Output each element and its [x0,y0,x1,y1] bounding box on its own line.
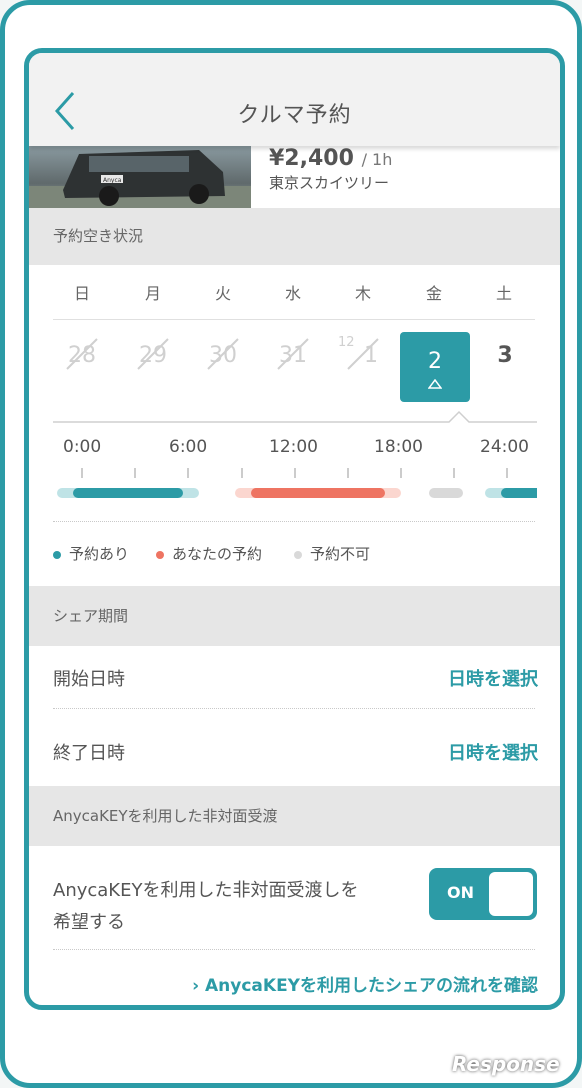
anycakey-option-label: AnycaKEYを利用した非対面受渡しを 希望する [53,875,358,939]
time-label: 18:00 [374,437,423,457]
app-screen: クルマ予約 Anyca ¥2,400 / 1h 東京スカイツリー 予約空き状況 … [24,48,565,1010]
weekday-fri: 金 [425,284,442,303]
date-cell: 28 [59,338,105,370]
legend-label: 予約あり [69,545,130,563]
time-label: 24:00 [480,437,529,457]
anycakey-toggle[interactable]: ON [429,868,537,920]
car-price: ¥2,400 / 1h [269,146,392,171]
price-value: ¥2,400 [269,146,354,171]
legend-unavailable: 予約不可 [294,543,370,564]
legend-yours: あなたの予約 [156,543,262,564]
dot-icon [294,550,302,559]
start-datetime-select[interactable]: 日時を選択 [448,665,538,691]
weekday-divider [53,319,535,320]
car-summary: Anyca ¥2,400 / 1h 東京スカイツリー [29,146,560,208]
weekday-wed: 水 [284,284,301,303]
strike-icon [137,338,169,370]
weekday-tue: 火 [214,284,231,303]
reservation-bar [501,488,537,498]
time-tick [294,468,296,478]
reservation-bar [73,488,183,498]
date-cell-next[interactable]: 3 [482,343,528,368]
anycakey-flow-link-text: AnycaKEYを利用したシェアの流れを確認 [205,976,538,996]
strike-icon [347,338,379,370]
weekday-sun: 日 [73,284,90,303]
time-tick [187,468,189,478]
watermark: Response [452,1052,560,1076]
toggle-knob [489,872,533,916]
anycakey-header: AnycaKEYを利用した非対面受渡 [29,786,560,846]
time-tick [241,468,243,478]
time-label: 6:00 [169,437,208,457]
row-divider [53,708,535,709]
anycakey-option-line1: AnycaKEYを利用した非対面受渡しを [53,880,359,901]
nav-bar: クルマ予約 [29,53,560,146]
anycakey-option-line2: 希望する [53,912,125,933]
dot-icon [156,550,164,559]
strike-icon [277,338,309,370]
legend-label: あなたの予約 [172,545,263,563]
date-cell: 12 1 [338,335,386,370]
timeline-pointer-line [53,410,537,423]
chevron-right-icon: › [192,976,200,996]
time-tick [506,468,508,478]
weekday-mon: 月 [144,284,161,303]
car-location: 東京スカイツリー [269,174,390,192]
date-cell: 29 [130,338,176,370]
selected-date-number: 2 [428,349,442,374]
your-reservation-bar [251,488,385,498]
weekday-sat: 土 [495,284,512,303]
time-label: 0:00 [63,437,102,457]
date-cell: 30 [200,338,246,370]
car-photo: Anyca [29,146,251,208]
strike-icon [66,338,98,370]
anycakey-flow-link[interactable]: › AnycaKEYを利用したシェアの流れを確認 [192,971,538,996]
page-title: クルマ予約 [237,103,352,128]
toggle-on-label: ON [447,883,474,902]
legend-divider [53,521,535,522]
time-tick [81,468,83,478]
row-divider [53,949,535,950]
availability-header: 予約空き状況 [29,208,560,265]
legend-label: 予約不可 [310,545,371,563]
phone-frame: クルマ予約 Anyca ¥2,400 / 1h 東京スカイツリー 予約空き状況 … [0,0,582,1088]
legend-reserved: 予約あり [53,543,129,564]
time-tick [134,468,136,478]
unavailable-bar [429,488,463,498]
price-unit: / 1h [361,150,393,169]
date-cell: 31 [270,338,316,370]
weekday-thu: 木 [354,284,371,303]
share-period-header: シェア期間 [29,586,560,646]
time-label: 12:00 [269,437,318,457]
strike-icon [207,338,239,370]
time-tick [453,468,455,478]
triangle-up-icon [427,378,443,389]
dot-icon [53,550,61,559]
end-datetime-label: 終了日時 [53,743,125,764]
time-tick [347,468,349,478]
car-plate-text: Anyca [103,177,122,184]
start-datetime-label: 開始日時 [53,669,125,690]
time-tick [400,468,402,478]
end-datetime-select[interactable]: 日時を選択 [448,739,538,765]
selected-date-button[interactable]: 2 [400,332,470,402]
